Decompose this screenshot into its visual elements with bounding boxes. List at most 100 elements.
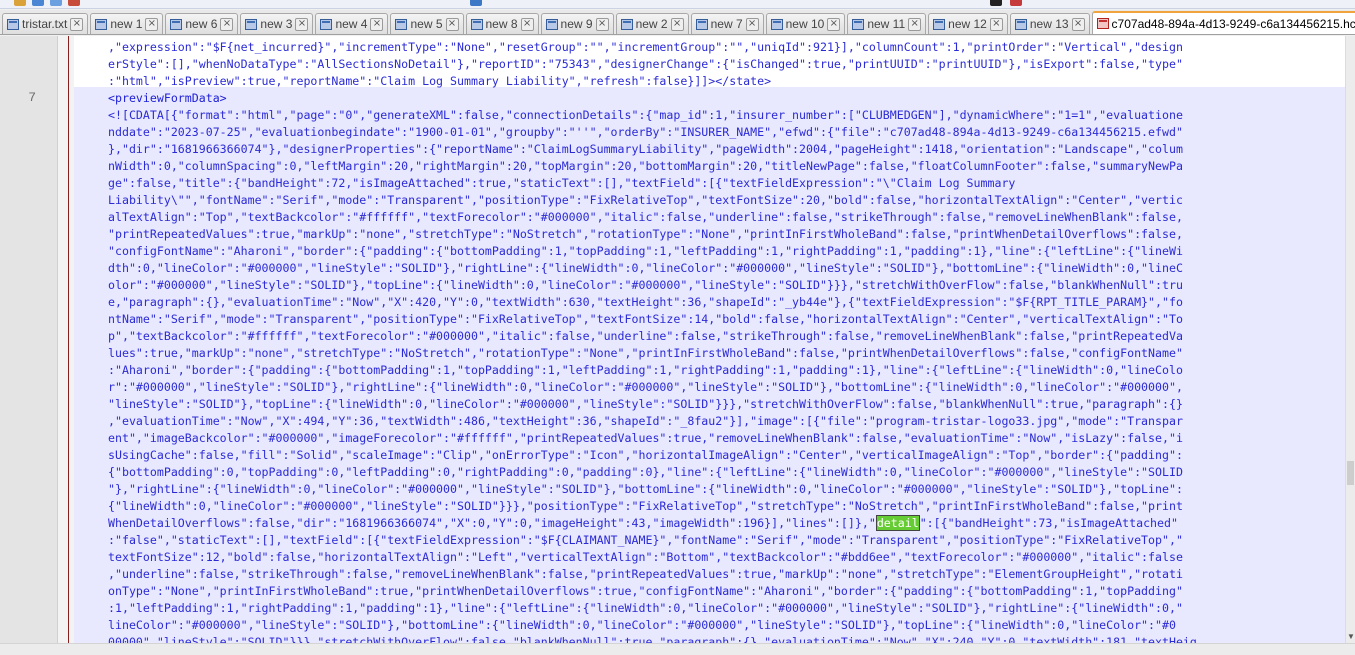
code-line: textFontSize":12,"bold":false,"horizonta… — [108, 550, 1183, 564]
close-tab-icon[interactable]: × — [370, 17, 384, 31]
record-macro-icon[interactable] — [990, 0, 1002, 6]
tab-6[interactable]: new 5 × — [390, 13, 464, 34]
close-tab-icon[interactable]: × — [595, 17, 609, 31]
close-file-icon[interactable] — [68, 0, 80, 6]
tab-3[interactable]: new 6 × — [165, 13, 239, 34]
tab-15[interactable]: c707ad48-894a-4d13-9249-c6a134456215.hcr… — [1091, 11, 1355, 34]
code-line: lineColor":"#000000","lineStyle":"SOLID"… — [108, 618, 1176, 632]
code-line: ,"underline":false,"strikeThrough":false… — [108, 567, 1183, 581]
code-line: ,"evaluationTime":"Now","X":494,"Y":36,"… — [108, 414, 1183, 428]
text-editor[interactable]: 7 ,"expression":"$F{net_incurred}","incr… — [0, 36, 1355, 643]
code-line: alTextAlign":"Top","textBackcolor":"#fff… — [108, 210, 1183, 224]
file-icon — [545, 18, 558, 30]
tab-14[interactable]: new 13 × — [1009, 13, 1090, 34]
close-tab-icon[interactable]: × — [70, 17, 84, 31]
scroll-down-arrow-icon[interactable]: ▼ — [1346, 632, 1355, 641]
tab-label: new 10 — [785, 17, 825, 31]
stop-macro-icon[interactable] — [1010, 0, 1022, 6]
code-line: Liability\"","fontName":"Serif","mode":"… — [108, 193, 1183, 207]
code-line: r":"#000000","lineStyle":"SOLID"},"right… — [108, 380, 1183, 394]
code-line: :"html","isPreview":true,"reportName":"C… — [108, 74, 772, 88]
close-tab-icon[interactable]: × — [295, 17, 309, 31]
tab-2[interactable]: new 1 × — [90, 13, 164, 34]
code-line: :"Aharoni","border":{"padding":{"bottomP… — [108, 363, 1183, 377]
tab-11[interactable]: new 10 × — [765, 13, 846, 34]
code-line: "printRepeatedValues":true,"markUp":"non… — [108, 227, 1183, 241]
close-tab-icon[interactable]: × — [1071, 17, 1085, 31]
file-icon — [695, 18, 708, 30]
file-icon — [7, 18, 19, 30]
tab-10[interactable]: new 7 × — [690, 13, 764, 34]
file-icon — [852, 18, 865, 30]
find-icon[interactable] — [470, 0, 482, 6]
tab-label: new 6 — [185, 17, 218, 31]
file-icon — [770, 18, 783, 30]
editor-content[interactable]: ,"expression":"$F{net_incurred}","increm… — [74, 36, 1345, 643]
close-tab-icon[interactable]: × — [520, 17, 534, 31]
close-tab-icon[interactable]: × — [908, 17, 922, 31]
line-number-gutter: 7 — [0, 36, 58, 643]
close-tab-icon[interactable]: × — [827, 17, 841, 31]
modified-file-icon — [1096, 18, 1109, 29]
tab-13[interactable]: new 12 × — [928, 13, 1008, 34]
file-icon — [170, 18, 183, 30]
code-line: :"false","staticText":[],"textField":[{"… — [108, 533, 1183, 547]
tab-7[interactable]: new 8 × — [465, 13, 539, 34]
tab-4[interactable]: new 3 × — [240, 13, 314, 34]
close-tab-icon[interactable]: × — [670, 17, 684, 31]
code-line: nddate":"2023-07-25","evaluationbegindat… — [108, 125, 1183, 139]
tab-label: new 3 — [260, 17, 293, 31]
tab-1[interactable]: tristar.txt × — [2, 13, 89, 34]
code-line: onType":"None","printInFirstWholeBand":t… — [108, 584, 1183, 598]
code-line: "},"rightLine":{"lineWidth":0,"lineColor… — [108, 482, 1183, 496]
file-icon — [933, 18, 946, 30]
code-line: {"lineWidth":0,"lineColor":"#000000","li… — [108, 499, 1183, 513]
tab-label: new 5 — [410, 17, 443, 31]
file-icon — [620, 18, 633, 30]
fold-margin[interactable] — [58, 36, 74, 643]
tab-8[interactable]: new 9 × — [540, 13, 614, 34]
code-line: nWidth":0,"columnSpacing":0,"leftMargin"… — [108, 159, 1183, 173]
save-icon[interactable] — [32, 0, 44, 6]
close-tab-icon[interactable]: × — [745, 17, 759, 31]
close-tab-icon[interactable]: × — [445, 17, 459, 31]
close-tab-icon[interactable]: × — [145, 17, 159, 31]
tab-bar: tristar.txt × new 1 × new 6 × new 3 × new 4 × new … — [0, 10, 1355, 35]
code-line: WhenDetailOverflows":false,"dir":"168196… — [108, 515, 1178, 532]
file-icon — [1014, 18, 1027, 30]
search-match: detail — [875, 515, 920, 531]
save-all-icon[interactable] — [50, 0, 62, 6]
vertical-scrollbar[interactable]: ▼ — [1345, 36, 1355, 643]
tab-label: new 9 — [560, 17, 593, 31]
tab-label: tristar.txt — [22, 17, 68, 31]
code-line: <![CDATA[{"format":"html","page":"0","ge… — [108, 108, 1183, 122]
file-icon — [470, 18, 483, 30]
tab-9[interactable]: new 2 × — [615, 13, 689, 34]
code-line: "lineStyle":"SOLID"},"topLine":{"lineWid… — [108, 397, 1183, 411]
open-file-icon[interactable] — [14, 0, 26, 6]
code-line: lues":true,"markUp":"none","stretchType"… — [108, 346, 1183, 360]
tab-5[interactable]: new 4 × — [315, 13, 389, 34]
tab-label: new 11 — [867, 17, 906, 31]
tab-label: new 2 — [635, 17, 668, 31]
code-line: sUsingCache":false,"fill":"Solid","scale… — [108, 448, 1183, 462]
code-line: olor":"#000000","lineStyle":"SOLID"},"to… — [108, 278, 1183, 292]
horizontal-scrollbar[interactable] — [0, 643, 1355, 655]
code-text: ":[{"bandHeight":73,"isImageAttached" — [919, 516, 1178, 530]
file-icon — [245, 18, 258, 30]
code-line: ,"expression":"$F{net_incurred}","increm… — [108, 40, 1183, 54]
scroll-thumb[interactable] — [1347, 461, 1354, 485]
code-line: <previewFormData> — [108, 91, 227, 105]
file-icon — [320, 18, 333, 30]
tab-12[interactable]: new 11 × — [847, 13, 927, 34]
code-line: dth":0,"lineColor":"#000000","lineStyle"… — [108, 261, 1183, 275]
fold-indicator — [68, 36, 69, 643]
code-line: :1,"leftPadding":1,"rightPadding":1,"pad… — [108, 601, 1183, 615]
tab-label: new 4 — [335, 17, 368, 31]
code-line: ent","imageBackcolor":"#000000","imageFo… — [108, 431, 1183, 445]
toolbar — [0, 0, 1355, 9]
line-number: 7 — [28, 90, 36, 105]
close-tab-icon[interactable]: × — [989, 17, 1003, 31]
close-tab-icon[interactable]: × — [220, 17, 234, 31]
code-line: },"dir":"1681966366074"},"designerProper… — [108, 142, 1183, 156]
